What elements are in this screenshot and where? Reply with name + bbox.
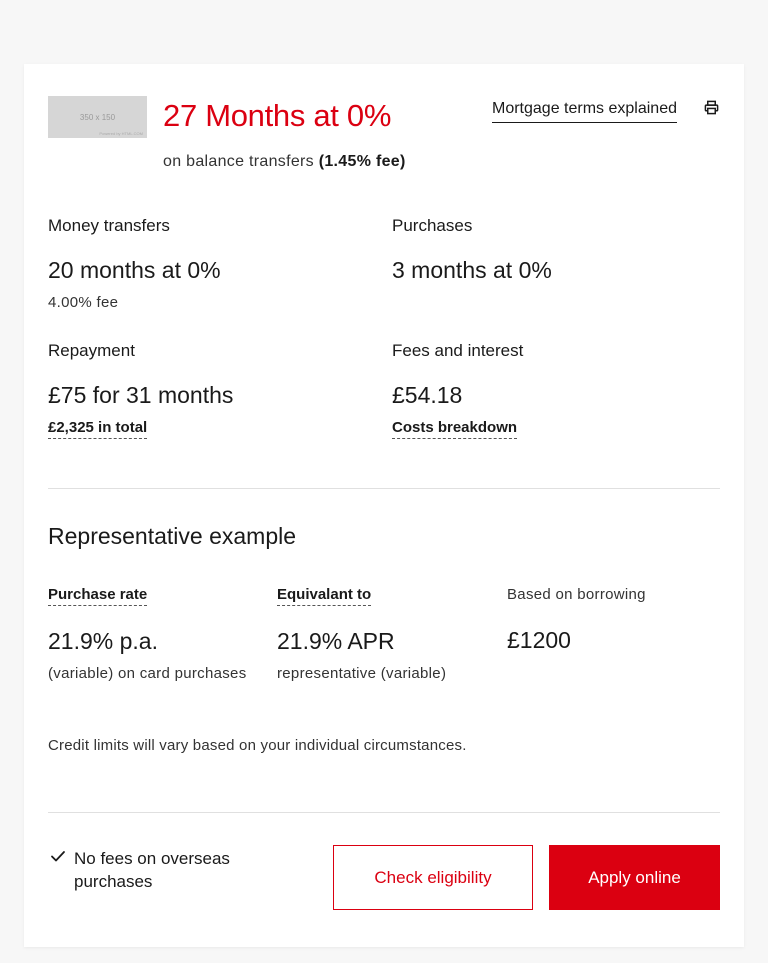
borrowing-label: Based on borrowing [507, 586, 646, 603]
money-transfers-label: Money transfers [48, 216, 170, 235]
overseas-benefit-text: No fees on overseas purchases [74, 849, 230, 891]
footer-divider [48, 812, 720, 813]
repayment-label: Repayment [48, 341, 135, 360]
section-divider [48, 488, 720, 489]
purchase-rate-label-wrap: Purchase rate [48, 586, 148, 606]
subline-text: on balance transfers [163, 153, 314, 170]
product-thumbnail: 350 x 150 Powered by HTML.COM [48, 96, 147, 138]
purchases-label: Purchases [392, 216, 473, 235]
money-transfers-fee: 4.00% fee [48, 294, 119, 311]
equivalent-detail: representative (variable) [277, 665, 447, 682]
purchase-rate-value: 21.9% p.a. [48, 628, 158, 654]
fees-interest-value: £54.18 [392, 382, 463, 408]
apply-online-button[interactable]: Apply online [549, 845, 720, 910]
mortgage-terms-link[interactable]: Mortgage terms explained [492, 100, 677, 123]
thumbnail-credit: Powered by HTML.COM [99, 131, 143, 136]
purchase-rate-link[interactable]: Purchase rate [48, 586, 148, 606]
repayment-value: £75 for 31 months [48, 382, 234, 408]
costs-breakdown-wrap: Costs breakdown [392, 419, 518, 439]
check-icon [51, 851, 65, 862]
fees-interest-label: Fees and interest [392, 341, 524, 360]
equivalent-link[interactable]: Equivalant to [277, 586, 372, 606]
offer-headline: 27 Months at 0% [163, 98, 392, 133]
purchases-value: 3 months at 0% [392, 257, 552, 283]
repayment-total-wrap: £2,325 in total [48, 419, 148, 439]
product-card: 350 x 150 Powered by HTML.COM 27 Months … [24, 64, 744, 947]
purchase-rate-detail: (variable) on card purchases [48, 665, 247, 682]
money-transfers-block: Money transfers [48, 216, 170, 236]
offer-subline: on balance transfers (1.45% fee) [163, 153, 406, 171]
costs-breakdown-link[interactable]: Costs breakdown [392, 419, 518, 439]
check-eligibility-button[interactable]: Check eligibility [333, 845, 533, 910]
print-icon[interactable] [704, 100, 719, 115]
representative-example-title: Representative example [48, 523, 297, 549]
thumbnail-placeholder-text: 350 x 150 [79, 112, 116, 122]
borrowing-value: £1200 [507, 627, 571, 653]
credit-limit-note: Credit limits will vary based on your in… [48, 737, 467, 754]
equivalent-value: 21.9% APR [277, 628, 395, 654]
money-transfers-value: 20 months at 0% [48, 257, 221, 283]
subline-fee: (1.45% fee) [318, 153, 406, 170]
equivalent-label-wrap: Equivalant to [277, 586, 372, 606]
repayment-total-link[interactable]: £2,325 in total [48, 419, 148, 439]
